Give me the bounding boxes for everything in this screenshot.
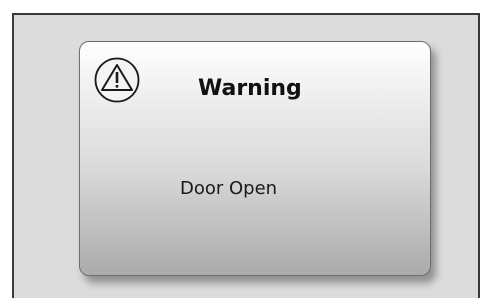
dialog-message: Door Open <box>180 178 278 199</box>
warning-triangle-icon <box>94 57 140 103</box>
dialog-title: Warning <box>198 76 302 101</box>
